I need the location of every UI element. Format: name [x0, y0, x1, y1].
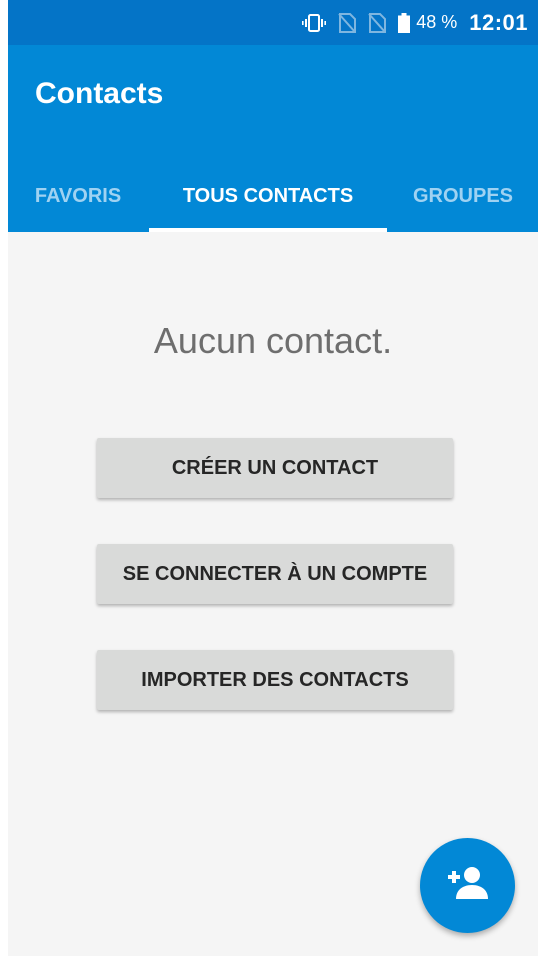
clock: 12:01	[469, 9, 528, 35]
selected-tab-indicator	[149, 228, 387, 232]
battery-icon	[398, 12, 411, 33]
tab-groupes[interactable]: GROUPES	[388, 160, 538, 232]
no-sim-icon	[338, 12, 357, 33]
import-contacts-button[interactable]: IMPORTER DES CONTACTS	[97, 650, 453, 710]
empty-state-message: Aucun contact.	[153, 320, 393, 361]
no-sim-icon	[368, 12, 387, 33]
tab-tous-contacts[interactable]: TOUS CONTACTS	[148, 160, 388, 232]
vibrate-icon	[302, 13, 327, 33]
status-bar: 48 % 12:01	[8, 0, 538, 45]
battery-percent: 48 %	[416, 12, 458, 32]
app-title: Contacts	[35, 77, 164, 110]
tab-bar: FAVORIS TOUS CONTACTS GROUPES	[8, 160, 538, 232]
create-contact-button[interactable]: CRÉER UN CONTACT	[97, 438, 453, 498]
sign-in-account-button[interactable]: SE CONNECTER À UN COMPTE	[97, 544, 453, 604]
app-bar: Contacts FAVORIS TOUS CONTACTS GROUPES	[8, 45, 538, 232]
contacts-screen: 48 % 12:01 Contacts FAVORIS TOUS CONTACT…	[8, 0, 538, 956]
add-contact-fab[interactable]	[420, 838, 515, 933]
tab-favoris[interactable]: FAVORIS	[8, 160, 148, 232]
add-person-icon	[447, 866, 488, 905]
